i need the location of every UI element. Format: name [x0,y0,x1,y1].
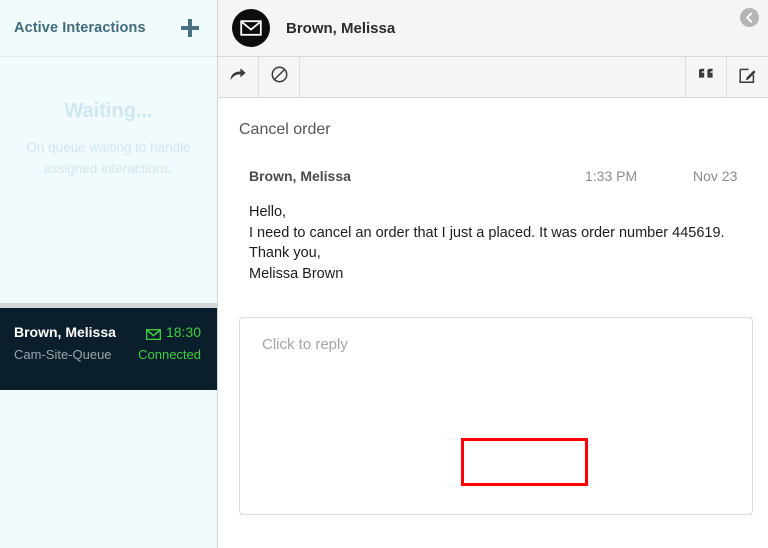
message-time: 1:33 PM [585,168,638,184]
message-body-line: Thank you, [249,245,321,261]
interaction-card-top-row: Brown, Melissa 18:30 [14,324,201,340]
quote-marks-icon [697,68,715,87]
chevron-left-icon[interactable] [740,8,759,27]
toolbar-spacer [300,57,686,97]
sidebar-header: Active Interactions [0,0,217,57]
compose-button[interactable] [727,57,768,97]
sidebar: Active Interactions Waiting... On queue … [0,0,218,548]
message-content: Cancel order Brown, Melissa 1:33 PM Nov … [218,98,768,548]
message-sender: Brown, Melissa [249,168,351,184]
message-date: Nov 23 [693,168,738,184]
interaction-card-queue: Cam-Site-Queue [14,347,112,362]
block-circle-slash-icon [271,66,288,88]
add-interaction-button[interactable] [179,17,201,39]
email-interaction-app: Active Interactions Waiting... On queue … [0,0,768,548]
interaction-card-status: Connected [138,347,201,362]
message-subject: Cancel order [239,121,331,138]
message-body: Hello, I need to cancel an order that I … [218,184,768,284]
forward-arrow-icon [229,67,247,87]
message-body-line: Hello, [249,204,287,220]
envelope-icon [145,327,162,340]
message-meta: Brown, Melissa 1:33 PM Nov 23 [218,139,768,184]
block-button[interactable] [259,57,300,97]
waiting-status-panel: Waiting... On queue waiting to handle as… [0,57,217,303]
message-body-line: I need to cancel an order that I just a … [249,224,725,241]
quote-response-button[interactable] [686,57,727,97]
interaction-card-bottom-row: Cam-Site-Queue Connected [14,340,201,362]
waiting-title: Waiting... [64,100,153,122]
message-toolbar [218,57,768,98]
message-body-line: Melissa Brown [249,265,344,282]
conversation-title: Brown, Melissa [286,19,396,37]
main-panel: Brown, Melissa Cancel order Brown, Melis… [218,0,768,548]
interaction-card-brown-melissa[interactable]: Brown, Melissa 18:30 Cam-Site-Queue Conn… [0,308,217,390]
reply-input[interactable]: Click to reply [239,317,753,515]
envelope-avatar-icon [232,9,270,47]
reply-placeholder: Click to reply [262,336,348,353]
interaction-card-name: Brown, Melissa [14,324,116,340]
waiting-subtitle: On queue waiting to handle assigned inte… [26,140,191,176]
compose-pencil-icon [738,66,757,89]
interaction-card-timer-group: 18:30 [145,324,201,340]
forward-button[interactable] [218,57,259,97]
sidebar-title: Active Interactions [14,20,146,36]
interaction-card-timer: 18:30 [165,324,201,340]
conversation-header: Brown, Melissa [218,0,768,57]
